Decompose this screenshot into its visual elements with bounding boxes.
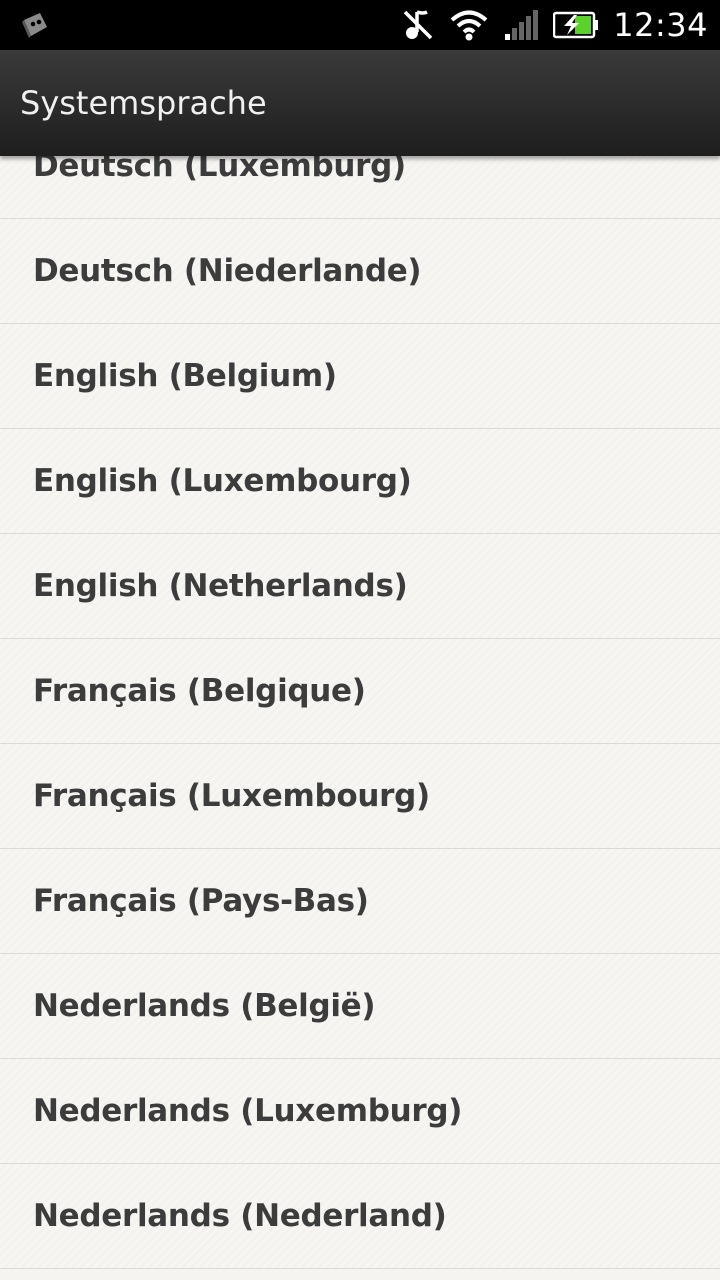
list-item[interactable]: Nederlands (Nederland) <box>0 1164 720 1269</box>
status-bar: 12:34 <box>0 0 720 50</box>
signal-icon <box>505 10 539 40</box>
list-item-label: Français (Belgique) <box>33 673 366 709</box>
wifi-icon <box>450 10 488 41</box>
list-item[interactable]: English (Luxembourg) <box>0 429 720 534</box>
list-item[interactable]: Français (Pays-Bas) <box>0 849 720 954</box>
battery-charging-icon <box>553 11 599 39</box>
list-item-label: English (Belgium) <box>33 358 337 394</box>
list-item-label: Nederlands (België) <box>33 988 376 1024</box>
list-item[interactable]: Français (Luxembourg) <box>0 744 720 849</box>
list-item-label: English (Luxembourg) <box>33 463 412 499</box>
list-item[interactable]: English (Netherlands) <box>0 534 720 639</box>
list-item-label: Français (Pays-Bas) <box>33 883 369 919</box>
list-item[interactable]: Nederlands (Luxemburg) <box>0 1059 720 1164</box>
status-clock: 12:34 <box>613 6 708 44</box>
list-item-label: Nederlands (Nederland) <box>33 1198 447 1234</box>
action-bar: Systemsprache <box>0 50 720 156</box>
list-item[interactable]: Nederlands (België) <box>0 954 720 1059</box>
list-item[interactable]: Deutsch (Niederlande) <box>0 219 720 324</box>
list-item-label: English (Netherlands) <box>33 568 408 604</box>
list-item-label: Deutsch (Niederlande) <box>33 253 422 289</box>
list-item-label: Français (Luxembourg) <box>33 778 430 814</box>
page-title: Systemsprache <box>20 84 267 122</box>
mute-icon <box>404 10 433 40</box>
list-item[interactable]: Français (Belgique) <box>0 639 720 744</box>
list-item[interactable]: English (Belgium) <box>0 324 720 429</box>
htc-notification-icon <box>22 13 47 38</box>
language-list: Deutsch (Luxemburg) Deutsch (Niederlande… <box>0 114 720 1269</box>
list-item-label: Nederlands (Luxemburg) <box>33 1093 463 1129</box>
